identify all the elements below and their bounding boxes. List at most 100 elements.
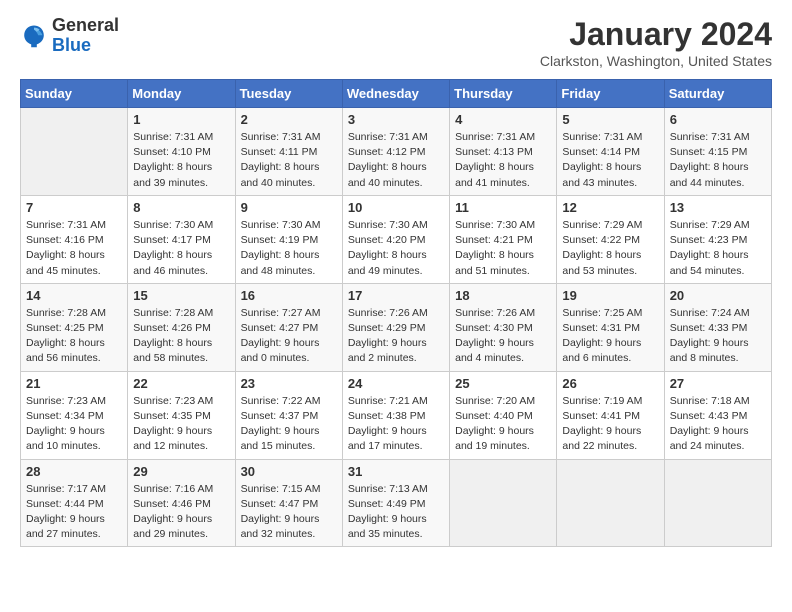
- day-number: 4: [455, 112, 551, 127]
- calendar-cell: 12 Sunrise: 7:29 AMSunset: 4:22 PMDayligh…: [557, 195, 664, 283]
- day-number: 5: [562, 112, 658, 127]
- day-number: 15: [133, 288, 229, 303]
- day-info: Sunrise: 7:24 AMSunset: 4:33 PMDaylight:…: [670, 306, 766, 367]
- calendar-cell: [450, 459, 557, 547]
- calendar-cell: 10Sunrise: 7:30 AMSunset: 4:20 PMDayligh…: [342, 195, 449, 283]
- calendar-cell: [21, 108, 128, 196]
- logo: General Blue: [20, 16, 119, 56]
- calendar-cell: 14 Sunrise: 7:28 AMSunset: 4:25 PMDayligh…: [21, 283, 128, 371]
- day-info: Sunrise: 7:30 AMSunset: 4:21 PMDaylight:…: [455, 218, 551, 279]
- calendar-cell: 6Sunrise: 7:31 AMSunset: 4:15 PMDaylight…: [664, 108, 771, 196]
- calendar-table: SundayMondayTuesdayWednesdayThursdayFrid…: [20, 79, 772, 547]
- page-header: General Blue January 2024 Clarkston, Was…: [20, 16, 772, 69]
- calendar-cell: 27Sunrise: 7:18 AMSunset: 4:43 PMDayligh…: [664, 371, 771, 459]
- day-number: 22: [133, 376, 229, 391]
- logo-text: General Blue: [52, 16, 119, 56]
- day-number: 1: [133, 112, 229, 127]
- calendar-cell: 2 Sunrise: 7:31 AMSunset: 4:11 PMDaylight…: [235, 108, 342, 196]
- day-number: 30: [241, 464, 337, 479]
- day-info: Sunrise: 7:31 AMSunset: 4:12 PMDaylight:…: [348, 130, 444, 191]
- day-number: 21: [26, 376, 122, 391]
- calendar-week-row: 14 Sunrise: 7:28 AMSunset: 4:25 PMDayligh…: [21, 283, 772, 371]
- calendar-cell: 21Sunrise: 7:23 AMSunset: 4:34 PMDayligh…: [21, 371, 128, 459]
- day-number: 19: [562, 288, 658, 303]
- day-number: 23: [241, 376, 337, 391]
- calendar-header-monday: Monday: [128, 80, 235, 108]
- day-number: 25: [455, 376, 551, 391]
- logo-icon: [20, 22, 48, 50]
- day-info: Sunrise: 7:25 AMSunset: 4:31 PMDaylight:…: [562, 306, 658, 367]
- calendar-cell: 3 Sunrise: 7:31 AMSunset: 4:12 PMDaylight…: [342, 108, 449, 196]
- day-info: Sunrise: 7:30 AMSunset: 4:17 PMDaylight:…: [133, 218, 229, 279]
- title-block: January 2024 Clarkston, Washington, Unit…: [540, 16, 772, 69]
- logo-general-text: General: [52, 15, 119, 35]
- calendar-header-tuesday: Tuesday: [235, 80, 342, 108]
- calendar-cell: [664, 459, 771, 547]
- day-number: 13: [670, 200, 766, 215]
- day-info: Sunrise: 7:26 AMSunset: 4:29 PMDaylight:…: [348, 306, 444, 367]
- day-info: Sunrise: 7:28 AMSunset: 4:25 PMDaylight:…: [26, 306, 122, 367]
- day-info: Sunrise: 7:20 AMSunset: 4:40 PMDaylight:…: [455, 394, 551, 455]
- calendar-cell: 11 Sunrise: 7:30 AMSunset: 4:21 PMDayligh…: [450, 195, 557, 283]
- calendar-header-friday: Friday: [557, 80, 664, 108]
- calendar-cell: 24Sunrise: 7:21 AMSunset: 4:38 PMDayligh…: [342, 371, 449, 459]
- day-number: 6: [670, 112, 766, 127]
- day-info: Sunrise: 7:30 AMSunset: 4:19 PMDaylight:…: [241, 218, 337, 279]
- day-info: Sunrise: 7:13 AMSunset: 4:49 PMDaylight:…: [348, 482, 444, 543]
- calendar-cell: [557, 459, 664, 547]
- day-info: Sunrise: 7:27 AMSunset: 4:27 PMDaylight:…: [241, 306, 337, 367]
- calendar-cell: 23 Sunrise: 7:22 AMSunset: 4:37 PMDayligh…: [235, 371, 342, 459]
- day-number: 27: [670, 376, 766, 391]
- day-info: Sunrise: 7:16 AMSunset: 4:46 PMDaylight:…: [133, 482, 229, 543]
- month-title: January 2024: [540, 16, 772, 53]
- day-info: Sunrise: 7:19 AMSunset: 4:41 PMDaylight:…: [562, 394, 658, 455]
- day-number: 29: [133, 464, 229, 479]
- day-number: 7: [26, 200, 122, 215]
- day-number: 31: [348, 464, 444, 479]
- calendar-cell: 22 Sunrise: 7:23 AMSunset: 4:35 PMDayligh…: [128, 371, 235, 459]
- location-text: Clarkston, Washington, United States: [540, 53, 772, 69]
- calendar-header-wednesday: Wednesday: [342, 80, 449, 108]
- day-info: Sunrise: 7:31 AMSunset: 4:11 PMDaylight:…: [241, 130, 337, 191]
- calendar-header-sunday: Sunday: [21, 80, 128, 108]
- day-info: Sunrise: 7:23 AMSunset: 4:35 PMDaylight:…: [133, 394, 229, 455]
- day-info: Sunrise: 7:31 AMSunset: 4:14 PMDaylight:…: [562, 130, 658, 191]
- calendar-week-row: 21Sunrise: 7:23 AMSunset: 4:34 PMDayligh…: [21, 371, 772, 459]
- calendar-cell: 9 Sunrise: 7:30 AMSunset: 4:19 PMDaylight…: [235, 195, 342, 283]
- calendar-cell: 17 Sunrise: 7:26 AMSunset: 4:29 PMDayligh…: [342, 283, 449, 371]
- calendar-cell: 29 Sunrise: 7:16 AMSunset: 4:46 PMDayligh…: [128, 459, 235, 547]
- calendar-header-thursday: Thursday: [450, 80, 557, 108]
- logo-blue-text: Blue: [52, 35, 91, 55]
- calendar-cell: 30Sunrise: 7:15 AMSunset: 4:47 PMDayligh…: [235, 459, 342, 547]
- day-number: 26: [562, 376, 658, 391]
- day-info: Sunrise: 7:29 AMSunset: 4:22 PMDaylight:…: [562, 218, 658, 279]
- calendar-cell: 8 Sunrise: 7:30 AMSunset: 4:17 PMDaylight…: [128, 195, 235, 283]
- day-info: Sunrise: 7:22 AMSunset: 4:37 PMDaylight:…: [241, 394, 337, 455]
- calendar-cell: 16Sunrise: 7:27 AMSunset: 4:27 PMDayligh…: [235, 283, 342, 371]
- calendar-cell: 26 Sunrise: 7:19 AMSunset: 4:41 PMDayligh…: [557, 371, 664, 459]
- day-number: 11: [455, 200, 551, 215]
- calendar-header-saturday: Saturday: [664, 80, 771, 108]
- day-number: 17: [348, 288, 444, 303]
- calendar-cell: 1Sunrise: 7:31 AMSunset: 4:10 PMDaylight…: [128, 108, 235, 196]
- day-info: Sunrise: 7:31 AMSunset: 4:16 PMDaylight:…: [26, 218, 122, 279]
- calendar-cell: 18Sunrise: 7:26 AMSunset: 4:30 PMDayligh…: [450, 283, 557, 371]
- day-number: 8: [133, 200, 229, 215]
- calendar-week-row: 1Sunrise: 7:31 AMSunset: 4:10 PMDaylight…: [21, 108, 772, 196]
- day-info: Sunrise: 7:17 AMSunset: 4:44 PMDaylight:…: [26, 482, 122, 543]
- day-number: 3: [348, 112, 444, 127]
- calendar-cell: 19 Sunrise: 7:25 AMSunset: 4:31 PMDayligh…: [557, 283, 664, 371]
- day-number: 9: [241, 200, 337, 215]
- calendar-week-row: 28Sunrise: 7:17 AMSunset: 4:44 PMDayligh…: [21, 459, 772, 547]
- day-number: 20: [670, 288, 766, 303]
- day-number: 12: [562, 200, 658, 215]
- day-number: 18: [455, 288, 551, 303]
- day-info: Sunrise: 7:28 AMSunset: 4:26 PMDaylight:…: [133, 306, 229, 367]
- day-number: 2: [241, 112, 337, 127]
- calendar-cell: 20 Sunrise: 7:24 AMSunset: 4:33 PMDayligh…: [664, 283, 771, 371]
- day-number: 10: [348, 200, 444, 215]
- day-number: 14: [26, 288, 122, 303]
- calendar-cell: 28Sunrise: 7:17 AMSunset: 4:44 PMDayligh…: [21, 459, 128, 547]
- calendar-cell: 4 Sunrise: 7:31 AMSunset: 4:13 PMDaylight…: [450, 108, 557, 196]
- day-info: Sunrise: 7:31 AMSunset: 4:13 PMDaylight:…: [455, 130, 551, 191]
